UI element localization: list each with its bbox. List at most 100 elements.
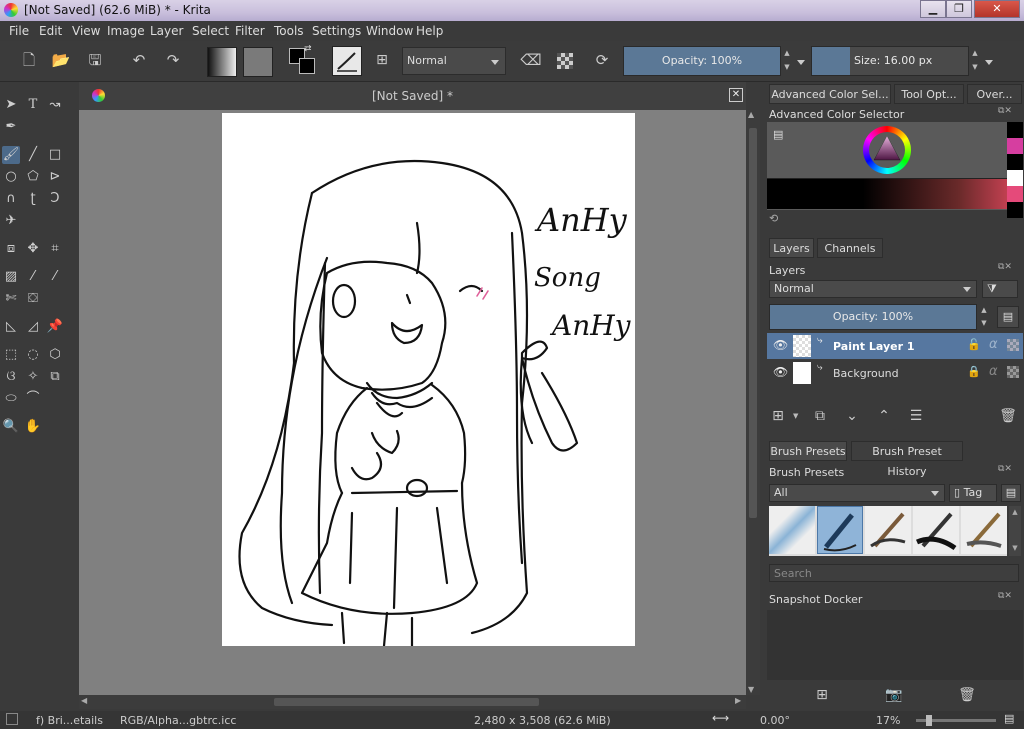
contiguous-selection-tool-icon[interactable]: ✧	[24, 368, 42, 386]
dynamic-brush-tool-icon[interactable]: Ↄ	[46, 190, 64, 208]
size-spin-arrows[interactable]: ▲ ▼	[969, 46, 981, 76]
calligraphy-tool-icon[interactable]: ↝	[46, 96, 64, 114]
swatch[interactable]	[1007, 202, 1023, 218]
pan-tool-icon[interactable]: ✋	[24, 418, 42, 436]
color-picker-tool-icon[interactable]: ⁄	[24, 268, 42, 286]
zoom-tool-icon[interactable]: 🔍	[2, 418, 20, 436]
tab-channels[interactable]: Channels	[817, 238, 883, 258]
tab-tool-options[interactable]: Tool Opt...	[894, 84, 964, 104]
close-window-button[interactable]: ✕	[974, 0, 1020, 18]
add-layer-options-icon[interactable]: ▼	[793, 412, 798, 420]
pattern-preset-button[interactable]	[243, 47, 273, 77]
menu-tools[interactable]: Tools	[274, 24, 304, 38]
swatch[interactable]	[1007, 154, 1023, 170]
vertical-scroll-thumb[interactable]	[749, 128, 757, 518]
swatch[interactable]	[1007, 170, 1023, 186]
brush-preset-item[interactable]	[961, 506, 1007, 554]
menu-image[interactable]: Image	[107, 24, 145, 38]
snapshot-float-close-icon[interactable]: ⧉✕	[998, 591, 1012, 601]
brush-filter-dropdown[interactable]: All	[769, 484, 945, 502]
multibrush-tool-icon[interactable]: ✈	[2, 212, 20, 230]
horizontal-scroll-left-arrow[interactable]: ◀	[81, 696, 87, 705]
layer-blend-mode-dropdown[interactable]: Normal	[769, 280, 977, 298]
swatch[interactable]	[1007, 122, 1023, 138]
switch-to-snapshot-icon[interactable]: 📷	[883, 685, 905, 705]
duplicate-layer-icon[interactable]: ⧉	[809, 406, 831, 426]
move-layer-down-icon[interactable]: ⌄	[841, 406, 863, 426]
brush-preset-grid[interactable]	[769, 506, 1007, 556]
eraser-mode-icon[interactable]: ⌫	[518, 47, 544, 73]
freehand-brush-tool-icon[interactable]: 🖌	[2, 146, 20, 164]
assistant-tool-icon[interactable]: ◺	[2, 318, 20, 336]
snapshot-list[interactable]	[767, 610, 1023, 680]
add-layer-icon[interactable]: ⊞	[767, 406, 789, 426]
brush-view-options-button[interactable]: ▤	[1001, 484, 1021, 502]
refresh-colors-icon[interactable]: ⟲	[769, 212, 778, 225]
brush-tag-button[interactable]: ▯ Tag	[949, 484, 997, 502]
new-document-icon[interactable]: 🗋	[16, 47, 42, 73]
brush-preset-item[interactable]	[769, 506, 815, 554]
rectangular-selection-tool-icon[interactable]: ⬚	[2, 346, 20, 364]
delete-layer-icon[interactable]: 🗑	[997, 406, 1019, 426]
hue-ring[interactable]	[863, 126, 911, 174]
brush-preset-item[interactable]	[913, 506, 959, 554]
reload-preset-icon[interactable]: ⟳	[589, 47, 615, 73]
inherit-alpha-icon[interactable]	[1007, 366, 1019, 378]
reference-images-tool-icon[interactable]: 📌	[46, 318, 64, 336]
gradient-preset-button[interactable]	[207, 47, 237, 77]
layer-filter-button[interactable]: ⧩	[982, 280, 1018, 298]
menu-layer[interactable]: Layer	[150, 24, 183, 38]
color-selector-widget[interactable]: ▤	[767, 122, 1007, 210]
color-history-swatches[interactable]	[1007, 122, 1023, 222]
line-tool-icon[interactable]: ╱	[24, 146, 42, 164]
rotation-reset-icon[interactable]: ⟷	[712, 711, 729, 725]
colorize-mask-tool-icon[interactable]: ⁄	[46, 268, 64, 286]
brush-preset-item[interactable]	[865, 506, 911, 554]
move-layer-up-icon[interactable]: ⌃	[873, 406, 895, 426]
drawing-canvas[interactable]: AnHy Song AnHy	[222, 113, 635, 646]
background-color-swatch[interactable]	[299, 58, 315, 74]
transform-tool-icon[interactable]: ⧈	[2, 240, 20, 258]
swatch[interactable]	[1007, 186, 1023, 202]
fill-tool-icon[interactable]: ⛋	[24, 290, 42, 308]
visibility-eye-icon[interactable]: 👁	[773, 338, 788, 352]
layer-row-paint-layer-1[interactable]: 👁 ⤷ Paint Layer 1 🔓 α	[767, 333, 1023, 359]
brush-search-input[interactable]: Search	[769, 564, 1019, 582]
alpha-lock-icon[interactable]: α	[989, 337, 998, 352]
lock-icon[interactable]: 🔒	[967, 365, 981, 378]
tab-overview[interactable]: Over...	[967, 84, 1022, 104]
polygon-tool-icon[interactable]: ⬠	[24, 168, 42, 186]
layer-properties-icon[interactable]: ☰	[905, 406, 927, 426]
opacity-spin-arrows[interactable]: ▲ ▼	[781, 46, 793, 76]
zoom-slider-handle[interactable]	[926, 715, 932, 726]
status-menu-icon[interactable]: ▤	[1004, 712, 1014, 725]
move-tool-icon[interactable]: ✥	[24, 240, 42, 258]
layer-row-background[interactable]: 👁 ⤷ Background 🔒 α	[767, 360, 1023, 386]
polygonal-selection-tool-icon[interactable]: ⬡	[46, 346, 64, 364]
size-options-icon[interactable]	[985, 60, 993, 65]
menu-select[interactable]: Select	[192, 24, 229, 38]
opacity-slider[interactable]: Opacity: 100%	[623, 46, 781, 76]
shade-strip[interactable]	[767, 178, 1007, 209]
foreground-background-color-selector[interactable]: ⇄	[287, 44, 317, 76]
preserve-alpha-icon[interactable]	[557, 53, 573, 69]
edit-shapes-tool-icon[interactable]: ✒	[2, 118, 20, 136]
visibility-eye-icon[interactable]: 👁	[773, 365, 788, 379]
delete-snapshot-icon[interactable]: 🗑	[956, 685, 978, 705]
gradient-tool-icon[interactable]: ▨	[2, 268, 20, 286]
opacity-options-icon[interactable]	[797, 60, 805, 65]
menu-help[interactable]: Help	[416, 24, 443, 38]
add-snapshot-icon[interactable]: ⊞	[811, 685, 833, 705]
layer-name[interactable]: Background	[833, 367, 899, 380]
vertical-scroll-down-arrow[interactable]: ▼	[748, 685, 754, 694]
canvas-vertical-scrollbar[interactable]: ▲ ▼	[746, 110, 760, 695]
layer-opacity-slider[interactable]: Opacity: 100%	[769, 304, 977, 330]
blend-mode-dropdown[interactable]: Normal	[402, 47, 506, 75]
brush-presets-scrollbar[interactable]: ▲ ▼	[1009, 506, 1021, 556]
tab-layers[interactable]: Layers	[769, 238, 814, 258]
layer-opacity-spin-arrows[interactable]: ▲ ▼	[978, 304, 990, 330]
vertical-scroll-up-arrow[interactable]: ▲	[748, 110, 754, 119]
saturation-triangle[interactable]	[863, 126, 911, 174]
brush-float-close-icon[interactable]: ⧉✕	[998, 464, 1012, 474]
freehand-path-tool-icon[interactable]: ʈ	[24, 190, 42, 208]
